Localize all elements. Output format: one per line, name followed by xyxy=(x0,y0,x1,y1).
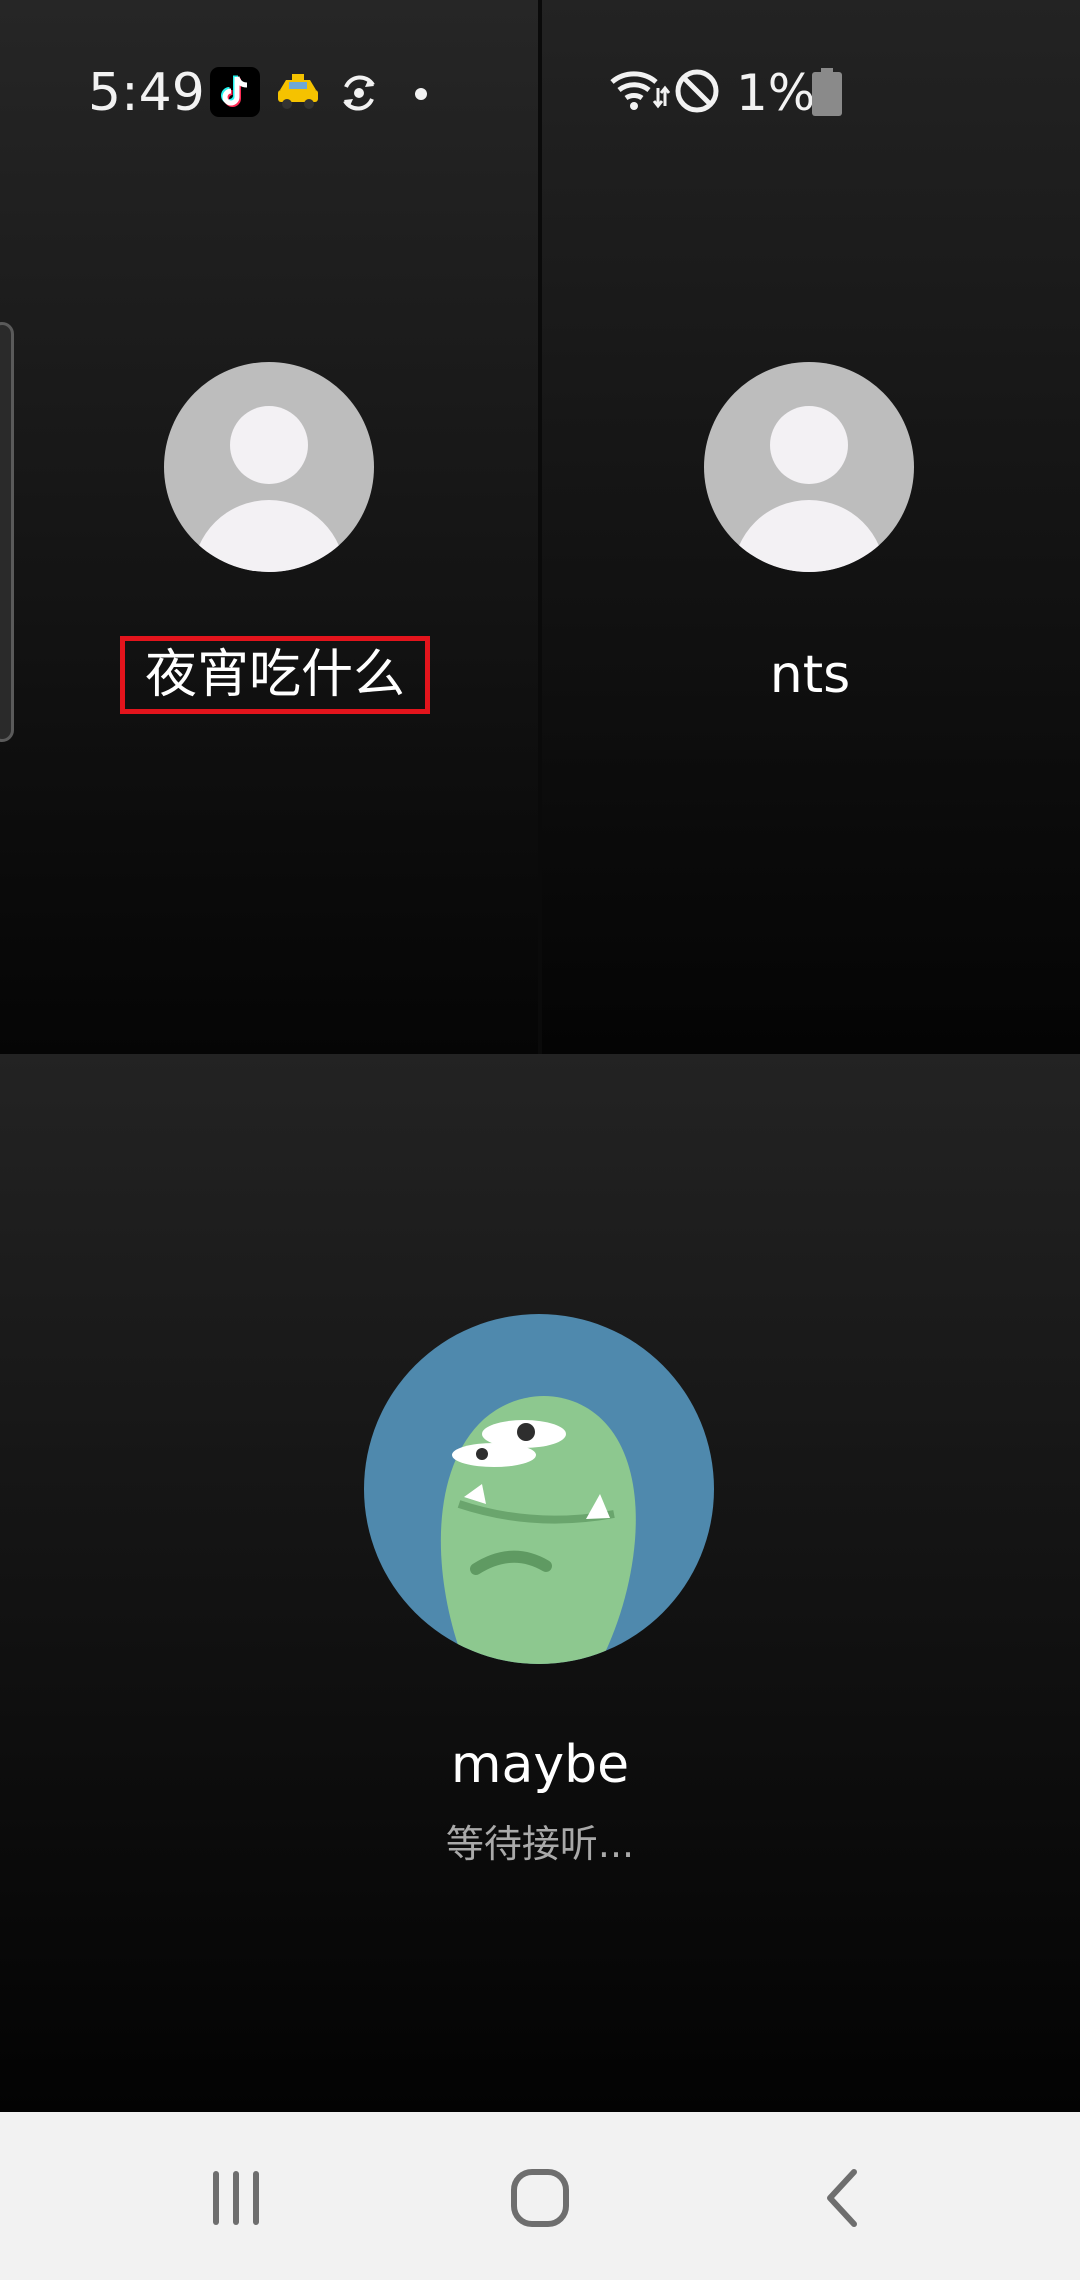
back-button[interactable] xyxy=(792,2148,892,2248)
home-button[interactable] xyxy=(490,2148,590,2248)
status-bar: 5:49 1% xyxy=(88,58,848,128)
default-avatar-head xyxy=(770,406,848,484)
tiktok-icon xyxy=(210,67,260,121)
dot-icon xyxy=(414,86,428,105)
participant-3-name: maybe xyxy=(450,1735,630,1795)
participant-2-name: nts xyxy=(769,645,851,705)
do-not-disturb-icon xyxy=(672,66,722,120)
navigation-bar xyxy=(0,2112,1080,2280)
recent-apps-button[interactable] xyxy=(186,2148,286,2248)
status-time: 5:49 xyxy=(88,63,205,123)
edge-panel-handle[interactable] xyxy=(0,322,14,742)
participant-2-avatar[interactable] xyxy=(704,362,914,572)
recent-apps-icon xyxy=(213,2171,259,2225)
taxi-icon xyxy=(274,70,322,118)
default-avatar-body xyxy=(733,500,885,572)
sync-icon xyxy=(336,70,382,120)
participant-1-name: 夜宵吃什么 xyxy=(144,645,405,705)
battery-icon xyxy=(812,68,842,120)
back-icon xyxy=(827,2169,857,2227)
participant-3-avatar[interactable] xyxy=(364,1314,714,1664)
wifi-icon xyxy=(610,66,671,120)
default-avatar-body xyxy=(193,500,345,572)
group-call-screen: 5:49 1% 夜宵吃什么 nts maybe 等待接听... xyxy=(0,0,1080,2280)
battery-percent: 1% xyxy=(736,64,816,122)
participant-1-avatar[interactable] xyxy=(164,362,374,572)
call-status-text: 等待接听... xyxy=(445,1822,635,1866)
default-avatar-head xyxy=(230,406,308,484)
home-icon xyxy=(511,2169,569,2227)
